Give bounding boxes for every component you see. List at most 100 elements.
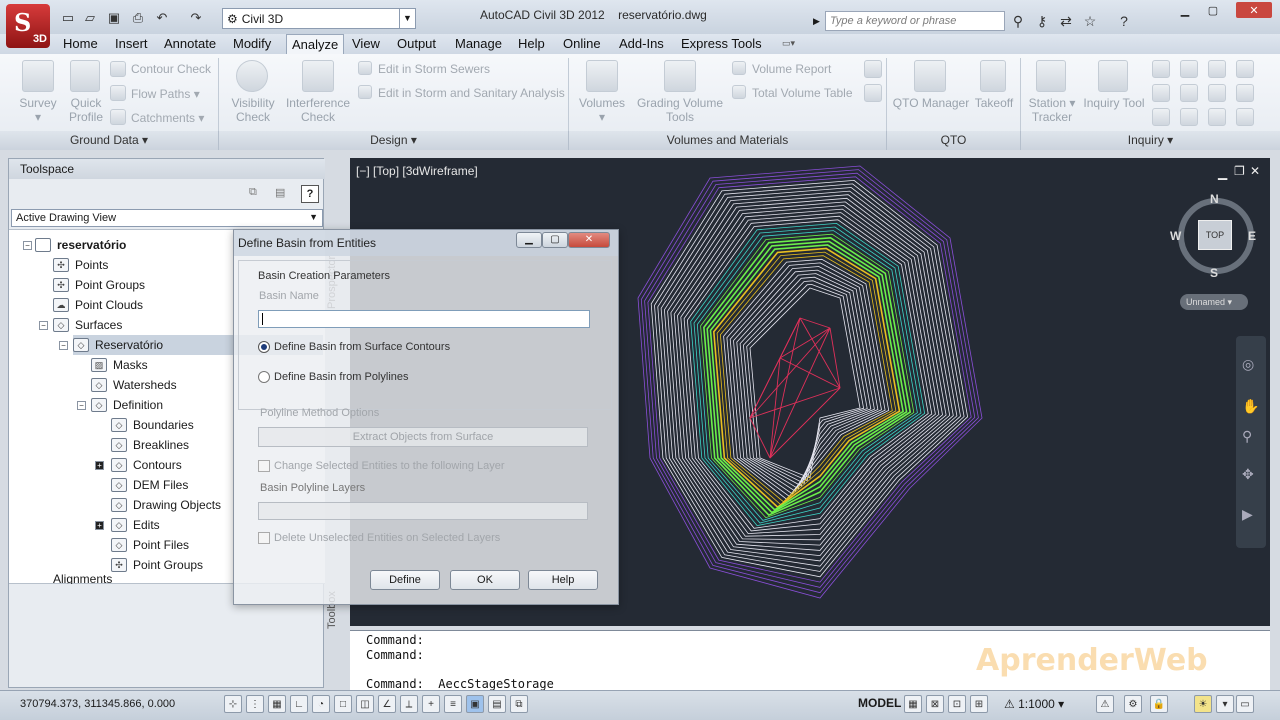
tree-expander[interactable]: −: [23, 241, 32, 250]
volumes-button[interactable]: Volumes ▾: [574, 96, 630, 124]
inquiry-tool-button[interactable]: Inquiry Tool: [1078, 96, 1150, 110]
maximize-button[interactable]: ▢: [1200, 2, 1226, 18]
tab-manage[interactable]: Manage: [450, 34, 507, 54]
zoom-icon[interactable]: ⚲: [1242, 428, 1252, 445]
flow-paths-button[interactable]: Flow Paths ▾: [131, 87, 200, 101]
ribbon-minimize-icon[interactable]: ▭▾: [782, 38, 806, 50]
tree-item-breaklines[interactable]: ◇ Breaklines: [111, 435, 189, 455]
grading-volume-tools-button[interactable]: Grading Volume Tools: [632, 96, 728, 124]
steering-wheel-icon[interactable]: ◎: [1242, 356, 1254, 373]
station-tracker-button[interactable]: Station ▾ Tracker: [1024, 96, 1080, 124]
dialog-minimize-button[interactable]: ▁: [516, 232, 542, 248]
compass-north[interactable]: N: [1210, 192, 1219, 206]
grid-icon[interactable]: ▦: [268, 695, 286, 713]
viewport-restore-icon[interactable]: ❐: [1234, 164, 1245, 178]
close-button[interactable]: ✕: [1236, 2, 1272, 18]
tree-item-edits[interactable]: ◇ Edits: [111, 515, 160, 535]
new-icon[interactable]: ▭: [58, 9, 78, 27]
tab-modify[interactable]: Modify: [228, 34, 276, 54]
volume-tool-icon[interactable]: [864, 84, 882, 102]
minimize-button[interactable]: ▁: [1172, 2, 1198, 18]
tree-item-drawing-objects[interactable]: ◇ Drawing Objects: [111, 495, 221, 515]
tab-express-tools[interactable]: Express Tools: [676, 34, 767, 54]
measure-icon[interactable]: [1152, 108, 1170, 126]
survey-button[interactable]: Survey ▾: [10, 96, 66, 124]
radio-polylines[interactable]: [258, 371, 270, 383]
clock-icon[interactable]: [1208, 108, 1226, 126]
measure-icon[interactable]: [1180, 108, 1198, 126]
measure-icon[interactable]: [1236, 84, 1254, 102]
application-menu-button[interactable]: S 3D: [6, 4, 50, 48]
quick-profile-button[interactable]: Quick Profile: [60, 96, 112, 124]
toolspace-view-dropdown[interactable]: Active Drawing View ▼: [11, 209, 323, 227]
basin-layers-field[interactable]: [258, 502, 588, 520]
command-line[interactable]: Command: Command: Command: _AeccStageSto…: [350, 630, 1270, 691]
tree-expander[interactable]: −: [77, 401, 86, 410]
sum-icon[interactable]: [1208, 84, 1226, 102]
tab-output[interactable]: Output: [392, 34, 441, 54]
workspace-switch-icon[interactable]: ⚙: [1124, 695, 1142, 713]
otrack-icon[interactable]: ∠: [378, 695, 396, 713]
annotation-visibility-icon[interactable]: ⚠: [1096, 695, 1114, 713]
ucs-icon[interactable]: ⟂: [400, 695, 418, 713]
tree-expander[interactable]: −: [59, 341, 68, 350]
binoculars-icon[interactable]: ⚲: [1008, 11, 1028, 31]
3dosnap-icon[interactable]: ◫: [356, 695, 374, 713]
opt-contours-label[interactable]: Define Basin from Surface Contours: [274, 341, 450, 353]
infer-constraints-icon[interactable]: ⊹: [224, 695, 242, 713]
define-button[interactable]: Define: [370, 570, 440, 590]
measure-icon[interactable]: [1152, 84, 1170, 102]
opt-polylines-label[interactable]: Define Basin from Polylines: [274, 371, 409, 383]
key-icon[interactable]: ⚷: [1032, 11, 1052, 31]
transparency-icon[interactable]: ▣: [466, 695, 484, 713]
tab-online[interactable]: Online: [558, 34, 606, 54]
compass-east[interactable]: E: [1248, 229, 1256, 243]
extract-objects-button[interactable]: Extract Objects from Surface: [258, 427, 588, 447]
model-space-button[interactable]: MODEL: [858, 696, 901, 710]
tree-item-contours[interactable]: ◇ Contours: [111, 455, 182, 475]
tree-item-point-files[interactable]: ◇ Point Files: [111, 535, 189, 555]
radio-contours[interactable]: [258, 341, 270, 353]
save-icon[interactable]: ▣: [104, 9, 124, 27]
tree-item-definition-point-groups[interactable]: ✣ Point Groups: [111, 555, 203, 575]
interference-check-button[interactable]: Interference Check: [284, 96, 352, 124]
measure-icon[interactable]: [1236, 60, 1254, 78]
delete-unselected-checkbox[interactable]: [258, 532, 270, 544]
tree-item-points[interactable]: ✣ Points: [53, 255, 108, 275]
design-panel-title[interactable]: Design ▾: [218, 131, 568, 150]
expand-search-icon[interactable]: ▶: [813, 12, 823, 30]
visibility-check-button[interactable]: Visibility Check: [224, 96, 282, 124]
ortho-icon[interactable]: ∟: [290, 695, 308, 713]
tab-home[interactable]: Home: [58, 34, 103, 54]
dialog-maximize-button[interactable]: ▢: [542, 232, 568, 248]
star-icon[interactable]: ☆: [1080, 11, 1100, 31]
viewcube-top[interactable]: TOP: [1198, 220, 1232, 250]
tab-analyze[interactable]: Analyze: [286, 34, 345, 55]
tree-item-dem-files[interactable]: ◇ DEM Files: [111, 475, 188, 495]
clean-screen-icon[interactable]: ▭: [1236, 695, 1254, 713]
volume-report-button[interactable]: Volume Report: [752, 62, 831, 76]
snap-icon[interactable]: ⋮: [246, 695, 264, 713]
tab-help[interactable]: Help: [513, 34, 550, 54]
tree-item-drawing[interactable]: reservatório: [35, 235, 126, 255]
exchange-icon[interactable]: ⇄: [1056, 11, 1076, 31]
annotation-scale[interactable]: ⚠ 1:1000 ▾: [1004, 697, 1064, 711]
ground-data-panel-title[interactable]: Ground Data ▾: [0, 131, 218, 150]
quick-properties-icon[interactable]: ▤: [488, 695, 506, 713]
help-button[interactable]: Help: [528, 570, 598, 590]
tab-add-ins[interactable]: Add-Ins: [614, 34, 669, 54]
volume-tool-icon[interactable]: [864, 60, 882, 78]
ok-button[interactable]: OK: [450, 570, 520, 590]
measure-icon[interactable]: [1152, 60, 1170, 78]
measure-icon[interactable]: [1208, 60, 1226, 78]
layout-icon[interactable]: ▦: [904, 695, 922, 713]
calculator-icon[interactable]: [1236, 108, 1254, 126]
tree-item-watersheds[interactable]: ◇ Watersheds: [91, 375, 177, 395]
ucs-menu[interactable]: Unnamed ▾: [1180, 294, 1248, 310]
catchments-button[interactable]: Catchments ▾: [131, 111, 204, 125]
tree-item-alignments[interactable]: Alignments: [53, 572, 112, 584]
tab-annotate[interactable]: Annotate: [159, 34, 221, 54]
inquiry-panel-title[interactable]: Inquiry ▾: [1020, 131, 1280, 150]
open-icon[interactable]: ▱: [80, 9, 100, 27]
takeoff-button[interactable]: Takeoff: [970, 96, 1018, 110]
